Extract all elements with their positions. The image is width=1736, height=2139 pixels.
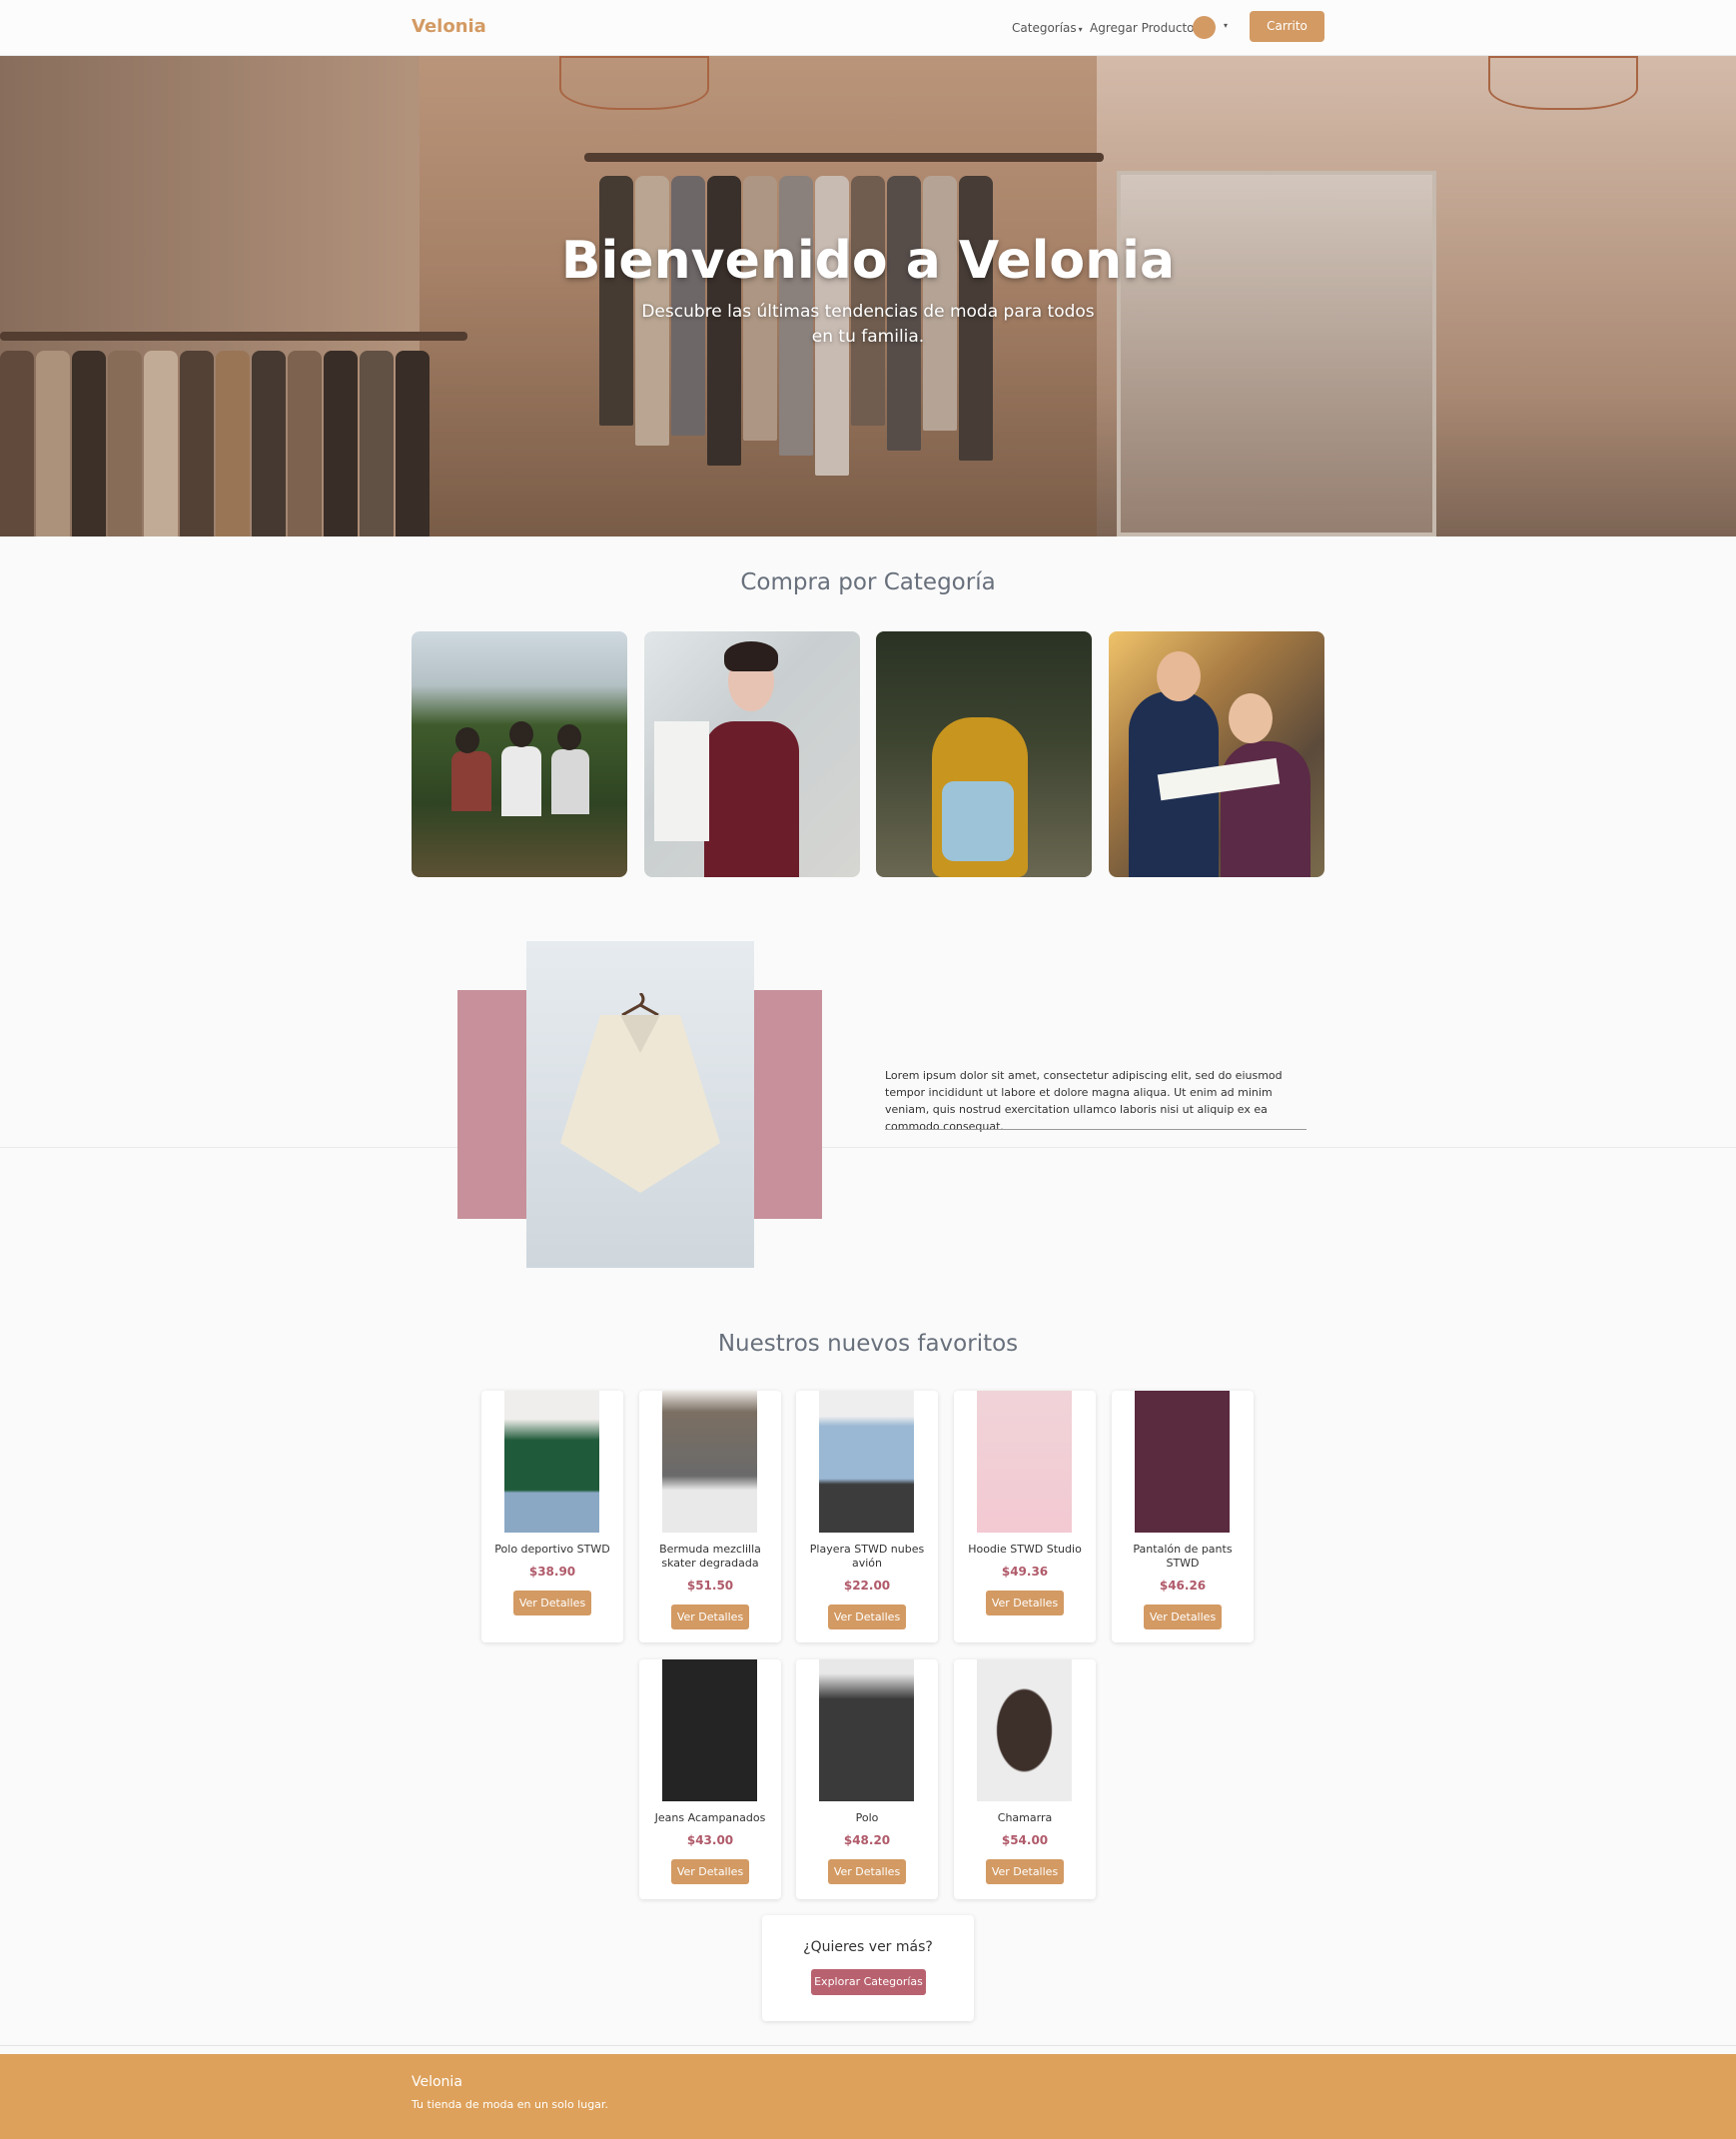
product-card[interactable]: Polo deportivo STWD $38.90 Ver Detalles [481, 1391, 623, 1642]
view-details-button[interactable]: Ver Detalles [671, 1604, 749, 1629]
view-details-button[interactable]: Ver Detalles [986, 1859, 1064, 1884]
hero-banner: Bienvenido a Velonia Descubre las última… [0, 56, 1736, 536]
product-card[interactable]: Hoodie STWD Studio $49.36 Ver Detalles [954, 1391, 1096, 1642]
product-name: Polo deportivo STWD [494, 1543, 610, 1556]
product-name: Playera STWD nubes avión [809, 1543, 925, 1570]
product-card[interactable]: Playera STWD nubes avión $22.00 Ver Deta… [796, 1391, 938, 1642]
product-card[interactable]: Polo $48.20 Ver Detalles [796, 1659, 938, 1899]
product-image[interactable] [504, 1391, 599, 1533]
product-price: $48.20 [843, 1833, 891, 1847]
product-card[interactable]: Bermuda mezclilla skater degradada $51.5… [639, 1391, 781, 1642]
see-more-card: ¿Quieres ver más? Explorar Categorías [762, 1915, 974, 2021]
product-name: Pantalón de pants STWD [1133, 1543, 1233, 1570]
product-price: $49.36 [1001, 1565, 1049, 1579]
footer: Velonia Tu tienda de moda en un solo lug… [0, 2054, 1736, 2139]
hero-title: Bienvenido a Velonia [560, 231, 1176, 291]
see-more-question: ¿Quieres ver más? [803, 1939, 933, 1955]
product-price: $43.00 [686, 1833, 734, 1847]
product-name: Hoodie STWD Studio [968, 1543, 1082, 1556]
view-details-button[interactable]: Ver Detalles [828, 1859, 906, 1884]
product-image[interactable] [819, 1659, 914, 1801]
nav-categories-dropdown[interactable]: Categorías ▾ [1012, 21, 1083, 35]
view-details-button[interactable]: Ver Detalles [828, 1604, 906, 1629]
view-details-button[interactable]: Ver Detalles [671, 1859, 749, 1884]
product-price: $38.90 [528, 1565, 576, 1579]
feature-image [526, 941, 754, 1268]
favorites-title: Nuestros nuevos favoritos [717, 1331, 1019, 1357]
footer-tagline: Tu tienda de moda en un solo lugar. [412, 2098, 608, 2111]
product-image[interactable] [977, 1659, 1072, 1801]
product-price: $22.00 [843, 1579, 891, 1593]
product-name: Polo [855, 1811, 879, 1824]
categories-title: Compra por Categoría [740, 569, 996, 595]
product-card[interactable]: Chamarra $54.00 Ver Detalles [954, 1659, 1096, 1899]
product-name: Bermuda mezclilla skater degradada [659, 1543, 761, 1570]
divider [0, 2045, 1736, 2046]
poncho-illustration [560, 993, 720, 1193]
view-details-button[interactable]: Ver Detalles [513, 1591, 591, 1615]
category-card-men[interactable] [412, 631, 627, 877]
view-details-button[interactable]: Ver Detalles [1144, 1604, 1222, 1629]
product-card[interactable]: Jeans Acampanados $43.00 Ver Detalles [639, 1659, 781, 1899]
product-image[interactable] [977, 1391, 1072, 1533]
product-image[interactable] [662, 1391, 757, 1533]
product-price: $46.26 [1159, 1579, 1207, 1593]
product-image[interactable] [819, 1391, 914, 1533]
view-details-button[interactable]: Ver Detalles [986, 1591, 1064, 1615]
cart-button[interactable]: Carrito [1250, 11, 1324, 42]
product-name: Chamarra [997, 1811, 1053, 1824]
navbar: Velonia Categorías ▾ Agregar Producto ▾ C… [0, 0, 1736, 56]
feature-divider [885, 1129, 1306, 1130]
avatar[interactable] [1193, 16, 1216, 39]
chevron-down-icon: ▾ [1078, 25, 1083, 34]
category-card-girls[interactable] [1109, 631, 1324, 877]
hero-overlay [0, 56, 1736, 536]
explore-categories-button[interactable]: Explorar Categorías [811, 1969, 926, 1995]
chevron-down-icon[interactable]: ▾ [1224, 21, 1228, 30]
brand-logo[interactable]: Velonia [412, 16, 486, 37]
product-price: $51.50 [686, 1579, 734, 1593]
product-price: $54.00 [1001, 1833, 1049, 1847]
footer-brand: Velonia [412, 2074, 462, 2090]
hero-subtitle: Descubre las últimas tendencias de moda … [641, 302, 1095, 347]
feature-description: Lorem ipsum dolor sit amet, consectetur … [885, 1069, 1283, 1133]
nav-categories-label: Categorías [1012, 21, 1077, 35]
category-card-women[interactable] [644, 631, 860, 877]
product-card[interactable]: Pantalón de pants STWD $46.26 Ver Detall… [1112, 1391, 1254, 1642]
category-card-kids[interactable] [876, 631, 1092, 877]
nav-add-product[interactable]: Agregar Producto [1090, 21, 1195, 35]
product-image[interactable] [662, 1659, 757, 1801]
product-image[interactable] [1135, 1391, 1230, 1533]
product-name: Jeans Acampanados [654, 1811, 766, 1824]
divider [0, 1147, 1736, 1148]
